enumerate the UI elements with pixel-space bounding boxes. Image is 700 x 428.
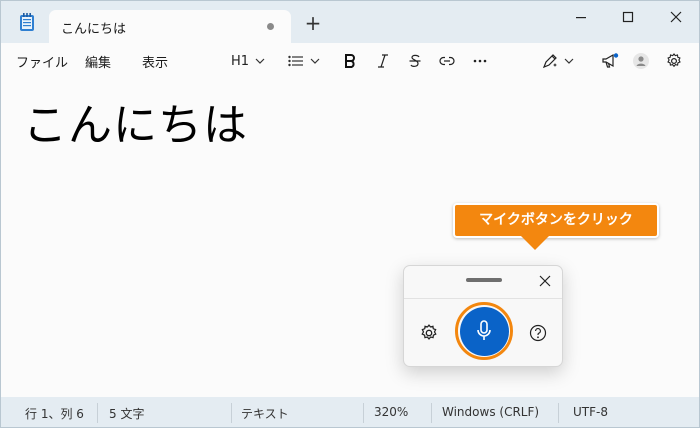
status-separator xyxy=(363,403,364,423)
heading-label: H1 xyxy=(231,53,250,69)
chevron-down-icon xyxy=(564,58,574,64)
gear-icon xyxy=(667,53,681,68)
drag-handle[interactable] xyxy=(466,278,502,282)
plus-icon: + xyxy=(304,11,322,35)
megaphone-icon xyxy=(602,53,619,68)
account-button[interactable] xyxy=(633,51,649,71)
status-separator xyxy=(231,403,232,423)
close-window-button[interactable] xyxy=(661,6,691,28)
more-icon xyxy=(473,59,487,63)
character-count: 5 文字 xyxy=(109,407,145,421)
link-button[interactable] xyxy=(439,51,455,71)
close-icon[interactable] xyxy=(538,274,552,288)
line-ending[interactable]: Windows (CRLF) xyxy=(442,405,539,419)
status-separator xyxy=(558,403,559,423)
italic-icon xyxy=(378,54,388,68)
chevron-down-icon xyxy=(255,58,265,64)
status-bar: 行 1、列 6 5 文字 テキスト 320% Windows (CRLF) UT… xyxy=(1,397,699,427)
text-format[interactable]: テキスト xyxy=(241,405,289,422)
menu-view[interactable]: 表示 xyxy=(142,52,168,71)
avatar-icon xyxy=(633,53,649,69)
strikethrough-button[interactable] xyxy=(409,51,421,71)
mic-button[interactable] xyxy=(459,306,509,356)
list-icon xyxy=(288,55,303,67)
editor-content[interactable]: こんにちは xyxy=(23,89,248,153)
cursor-position: 行 1、列 6 xyxy=(25,407,84,421)
italic-button[interactable] xyxy=(377,51,389,71)
menu-bar: ファイル 編集 表示 H1 xyxy=(1,43,699,77)
tab-title: こんにちは xyxy=(61,22,127,37)
settings-button[interactable] xyxy=(666,51,682,71)
link-icon xyxy=(439,56,455,66)
bold-icon xyxy=(345,54,355,68)
bold-button[interactable] xyxy=(344,51,356,71)
callout-pointer xyxy=(521,236,549,250)
zoom-level[interactable]: 320% xyxy=(374,405,408,419)
new-tab-button[interactable]: + xyxy=(304,13,322,33)
copilot-pen-icon xyxy=(542,54,557,69)
more-button[interactable] xyxy=(473,51,487,71)
title-bar: こんにちは + xyxy=(1,1,699,43)
encoding[interactable]: UTF-8 xyxy=(573,405,608,419)
microphone-icon xyxy=(477,320,491,340)
instruction-callout: マイクボタンをクリック xyxy=(453,203,659,238)
voice-typing-panel xyxy=(403,265,563,367)
notepad-icon xyxy=(20,13,34,31)
chevron-down-icon xyxy=(310,58,320,64)
whats-new-button[interactable] xyxy=(601,51,619,71)
copilot-dropdown[interactable] xyxy=(542,51,574,71)
status-separator xyxy=(431,403,432,423)
tab-document[interactable]: こんにちは xyxy=(49,10,291,43)
mic-highlight-ring xyxy=(455,302,513,360)
panel-divider xyxy=(404,298,562,299)
unsaved-dot-icon[interactable] xyxy=(267,23,274,30)
strikethrough-icon xyxy=(409,54,421,67)
minimize-button[interactable] xyxy=(566,6,596,28)
list-dropdown[interactable] xyxy=(288,51,320,71)
maximize-button[interactable] xyxy=(613,6,643,28)
help-icon[interactable] xyxy=(529,324,547,342)
status-separator xyxy=(97,403,98,423)
menu-edit[interactable]: 編集 xyxy=(85,52,111,71)
voice-settings-gear-icon[interactable] xyxy=(420,324,438,342)
menu-file[interactable]: ファイル xyxy=(16,52,68,71)
notepad-window: こんにちは + ファイル 編集 表示 H1 こんにちは マイクボタンをクリック … xyxy=(0,0,700,428)
heading-dropdown[interactable]: H1 xyxy=(231,51,265,71)
